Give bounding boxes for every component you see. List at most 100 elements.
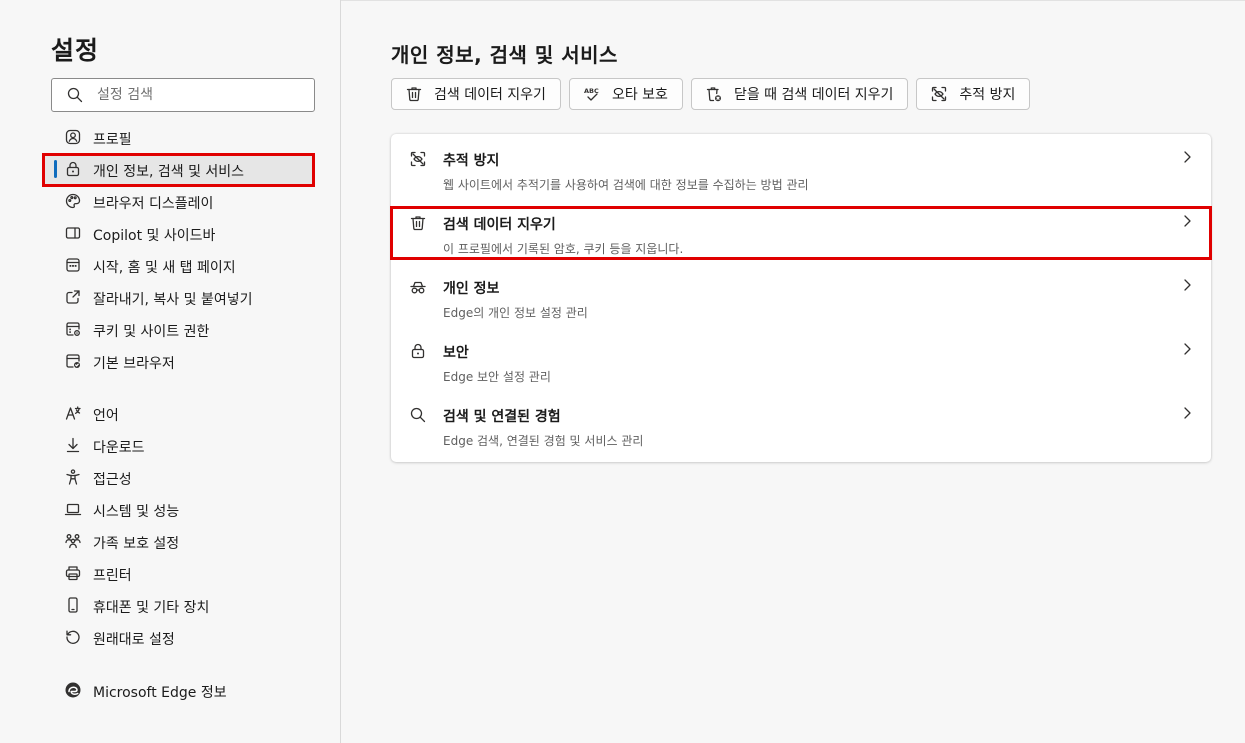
sidebar-item-label: 언어 <box>93 408 119 424</box>
sidebar-item-label: 프로필 <box>93 132 132 148</box>
sidebar-item-profile[interactable]: 프로필 <box>44 121 314 153</box>
row-description: 이 프로필에서 기록된 암호, 쿠키 등을 지웁니다. <box>443 242 684 256</box>
sidebar-item-privacy[interactable]: 개인 정보, 검색 및 서비스 <box>44 153 314 185</box>
sidebar-item-default-browser[interactable]: 기본 브라우저 <box>44 345 314 377</box>
chevron-right-icon <box>1180 214 1194 228</box>
sidebar-item-label: 휴대폰 및 기타 장치 <box>93 600 210 616</box>
spellcheck-icon: ABC <box>583 85 601 103</box>
sidebar-item-languages[interactable]: 언어 <box>44 397 314 429</box>
tracking-prevention-icon <box>930 85 948 103</box>
sidebar-item-label: Microsoft Edge 정보 <box>93 685 227 701</box>
sidebar-item-about-edge[interactable]: Microsoft Edge 정보 <box>44 674 314 706</box>
clear-browsing-data-label: 검색 데이터 지우기 <box>434 87 546 103</box>
settings-sidebar: 설정 프로필 개인 정보, 검색 및 서비스 브라우저 디스플레이 <box>0 0 341 743</box>
sidebar-title: 설정 <box>51 36 100 65</box>
default-browser-icon <box>64 352 82 370</box>
page-title: 개인 정보, 검색 및 서비스 <box>391 43 618 67</box>
row-title: 개인 정보 <box>443 281 500 297</box>
row-description: Edge 보안 설정 관리 <box>443 370 551 384</box>
typo-protection-button[interactable]: ABC 오타 보호 <box>568 78 683 110</box>
trash-icon <box>405 85 423 103</box>
edge-logo-icon <box>64 681 82 699</box>
sidebar-item-copilot-sidebar[interactable]: Copilot 및 사이드바 <box>44 217 314 249</box>
family-icon <box>64 532 82 550</box>
clear-browsing-data-button[interactable]: 검색 데이터 지우기 <box>391 78 561 110</box>
sidebar-item-label: 브라우저 디스플레이 <box>93 196 214 212</box>
clear-on-close-button[interactable]: 닫을 때 검색 데이터 지우기 <box>690 78 909 110</box>
settings-row-search-connected-experiences[interactable]: 검색 및 연결된 경험 Edge 검색, 연결된 경험 및 서비스 관리 <box>391 390 1211 454</box>
settings-row-privacy[interactable]: 개인 정보 Edge의 개인 정보 설정 관리 <box>391 262 1211 326</box>
palette-icon <box>64 192 82 210</box>
profile-icon <box>64 128 82 146</box>
sidebar-nav-group-1: 프로필 개인 정보, 검색 및 서비스 브라우저 디스플레이 Copilot 및… <box>44 121 314 377</box>
sidebar-item-cookies-permissions[interactable]: 쿠키 및 사이트 권한 <box>44 313 314 345</box>
search-icon <box>66 86 84 104</box>
sidebar-icon <box>64 224 82 242</box>
typo-protection-label: 오타 보호 <box>611 87 668 103</box>
sidebar-item-printers[interactable]: 프린터 <box>44 557 314 589</box>
sidebar-item-family[interactable]: 가족 보호 설정 <box>44 525 314 557</box>
chevron-right-icon <box>1180 406 1194 420</box>
clear-on-close-label: 닫을 때 검색 데이터 지우기 <box>733 87 894 103</box>
search-icon <box>409 406 427 424</box>
printer-icon <box>64 564 82 582</box>
sidebar-item-label: 기본 브라우저 <box>93 356 175 372</box>
sidebar-item-downloads[interactable]: 다운로드 <box>44 429 314 461</box>
row-description: Edge의 개인 정보 설정 관리 <box>443 306 588 320</box>
home-grid-icon <box>64 256 82 274</box>
settings-row-tracking-prevention[interactable]: 추적 방지 웹 사이트에서 추적기를 사용하여 검색에 대한 정보를 수집하는 … <box>391 134 1211 198</box>
sidebar-item-label: 원래대로 설정 <box>93 632 175 648</box>
sidebar-item-phone-devices[interactable]: 휴대폰 및 기타 장치 <box>44 589 314 621</box>
sidebar-nav-group-2: 언어 다운로드 접근성 시스템 및 성능 가족 보호 설정 프린터 휴대폰 및 … <box>44 397 314 653</box>
sidebar-item-accessibility[interactable]: 접근성 <box>44 461 314 493</box>
lock-icon <box>64 160 82 178</box>
trash-clock-icon <box>705 85 723 103</box>
sidebar-item-cut-copy-paste[interactable]: 잘라내기, 복사 및 붙여넣기 <box>44 281 314 313</box>
accessibility-icon <box>64 468 82 486</box>
language-icon <box>64 404 82 422</box>
chevron-right-icon <box>1180 150 1194 164</box>
laptop-icon <box>64 500 82 518</box>
settings-main-pane: 개인 정보, 검색 및 서비스 검색 데이터 지우기 ABC 오타 보호 닫을 … <box>342 0 1245 743</box>
cookie-settings-icon <box>64 320 82 338</box>
privacy-settings-card: 추적 방지 웹 사이트에서 추적기를 사용하여 검색에 대한 정보를 수집하는 … <box>391 134 1211 462</box>
download-icon <box>64 436 82 454</box>
trash-icon <box>409 214 427 232</box>
sidebar-item-appearance[interactable]: 브라우저 디스플레이 <box>44 185 314 217</box>
sidebar-item-label: Copilot 및 사이드바 <box>93 228 216 244</box>
lock-icon <box>409 342 427 360</box>
sidebar-item-label: 다운로드 <box>93 440 145 456</box>
phone-icon <box>64 596 82 614</box>
tracking-prevention-icon <box>409 150 427 168</box>
sidebar-item-label: 접근성 <box>93 472 132 488</box>
settings-row-security[interactable]: 보안 Edge 보안 설정 관리 <box>391 326 1211 390</box>
reset-icon <box>64 628 82 646</box>
sidebar-item-reset-settings[interactable]: 원래대로 설정 <box>44 621 314 653</box>
chevron-right-icon <box>1180 342 1194 356</box>
tracking-prevention-button[interactable]: 추적 방지 <box>916 78 1031 110</box>
settings-search-box[interactable] <box>51 78 315 112</box>
sidebar-item-label: 시작, 홈 및 새 탭 페이지 <box>93 260 236 276</box>
sidebar-item-label: 시스템 및 성능 <box>93 504 180 520</box>
sidebar-item-label: 쿠키 및 사이트 권한 <box>93 324 210 340</box>
settings-search-input[interactable] <box>97 87 297 103</box>
chevron-right-icon <box>1180 278 1194 292</box>
sidebar-nav-about: Microsoft Edge 정보 <box>44 674 314 706</box>
settings-row-clear-browsing-data[interactable]: 검색 데이터 지우기 이 프로필에서 기록된 암호, 쿠키 등을 지웁니다. <box>391 198 1211 262</box>
row-title: 보안 <box>443 345 469 361</box>
sidebar-item-label: 프린터 <box>93 568 132 584</box>
sidebar-item-system-performance[interactable]: 시스템 및 성능 <box>44 493 314 525</box>
quick-action-bar: 검색 데이터 지우기 ABC 오타 보호 닫을 때 검색 데이터 지우기 추적 … <box>391 78 1031 110</box>
share-icon <box>64 288 82 306</box>
row-description: 웹 사이트에서 추적기를 사용하여 검색에 대한 정보를 수집하는 방법 관리 <box>443 178 809 192</box>
tracking-prevention-label: 추적 방지 <box>959 87 1016 103</box>
sidebar-item-start-home-newtab[interactable]: 시작, 홈 및 새 탭 페이지 <box>44 249 314 281</box>
incognito-glasses-icon <box>409 278 427 296</box>
row-title: 검색 데이터 지우기 <box>443 217 556 233</box>
row-description: Edge 검색, 연결된 경험 및 서비스 관리 <box>443 434 644 448</box>
sidebar-item-label: 잘라내기, 복사 및 붙여넣기 <box>93 292 253 308</box>
sidebar-item-label: 개인 정보, 검색 및 서비스 <box>93 164 245 180</box>
sidebar-item-label: 가족 보호 설정 <box>93 536 180 552</box>
row-title: 검색 및 연결된 경험 <box>443 409 561 425</box>
row-title: 추적 방지 <box>443 153 500 169</box>
